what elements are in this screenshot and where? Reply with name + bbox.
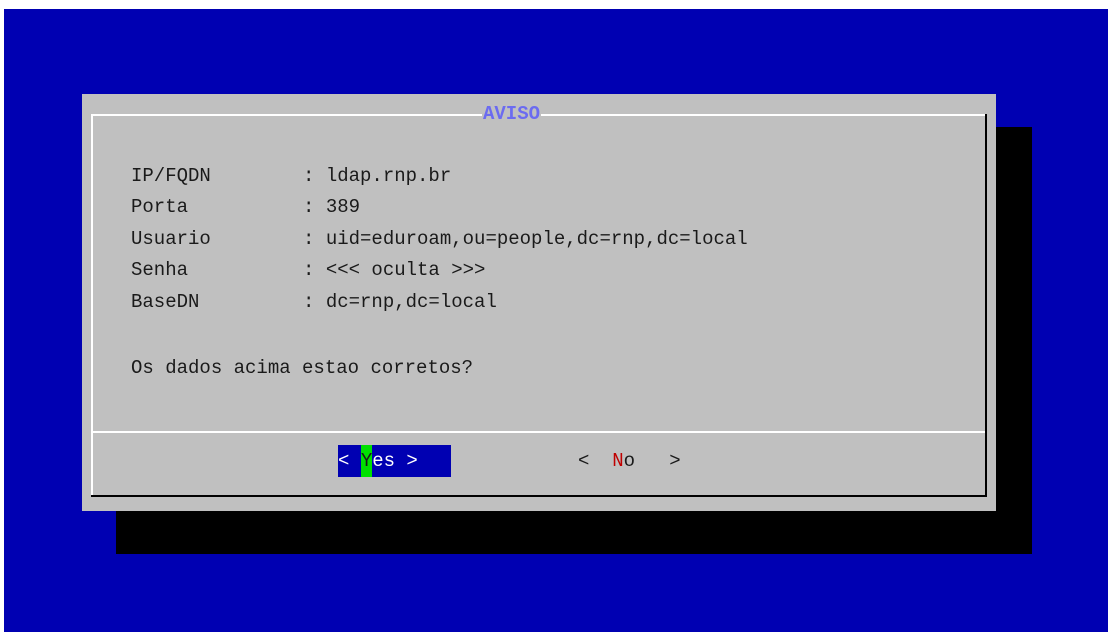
field-separator: : [303,259,326,281]
separator-edge [985,431,987,433]
field-separator: : [303,291,326,313]
field-separator: : [303,196,326,218]
field-label: Senha [131,259,189,281]
no-button[interactable]: < No > [578,445,681,477]
confirmation-question: Os dados acima estao corretos? [131,357,474,379]
dialog-border-left [91,114,93,497]
dialog-title: AVISO [482,102,542,126]
field-separator: : [303,165,326,187]
button-bracket-open: < [338,450,361,472]
field-row-port: Porta: 389 [131,195,360,219]
dialog-border-right [985,114,987,497]
button-bracket-close: > [395,450,418,472]
field-row-basedn: BaseDN: dc=rnp,dc=local [131,290,497,314]
field-row-user: Usuario: uid=eduroam,ou=people,dc=rnp,dc… [131,227,748,251]
field-value: ldap.rnp.br [325,165,452,187]
field-label: BaseDN [131,291,200,313]
field-row-ip: IP/FQDN: ldap.rnp.br [131,164,451,188]
field-value: <<< oculta >>> [325,259,486,281]
dialog-border-bottom [91,495,987,497]
field-label: Porta [131,196,189,218]
button-bracket-close: > [635,450,681,472]
field-value: uid=eduroam,ou=people,dc=rnp,dc=local [325,228,748,250]
field-label: Usuario [131,228,211,250]
no-button-label: o [623,450,636,472]
button-bracket-open: < [578,450,613,472]
no-hotkey: N [612,450,624,472]
field-row-password: Senha: <<< oculta >>> [131,258,485,282]
field-label: IP/FQDN [131,165,211,187]
yes-button-label: es [372,450,396,472]
field-value: 389 [325,196,361,218]
warning-dialog: AVISO IP/FQDN: ldap.rnp.br Porta: 389 Us… [82,94,996,511]
yes-button[interactable]: < Yes > [338,445,451,477]
button-area-separator [91,431,987,433]
field-separator: : [303,228,326,250]
yes-hotkey: Y [360,445,373,477]
field-value: dc=rnp,dc=local [325,291,497,313]
